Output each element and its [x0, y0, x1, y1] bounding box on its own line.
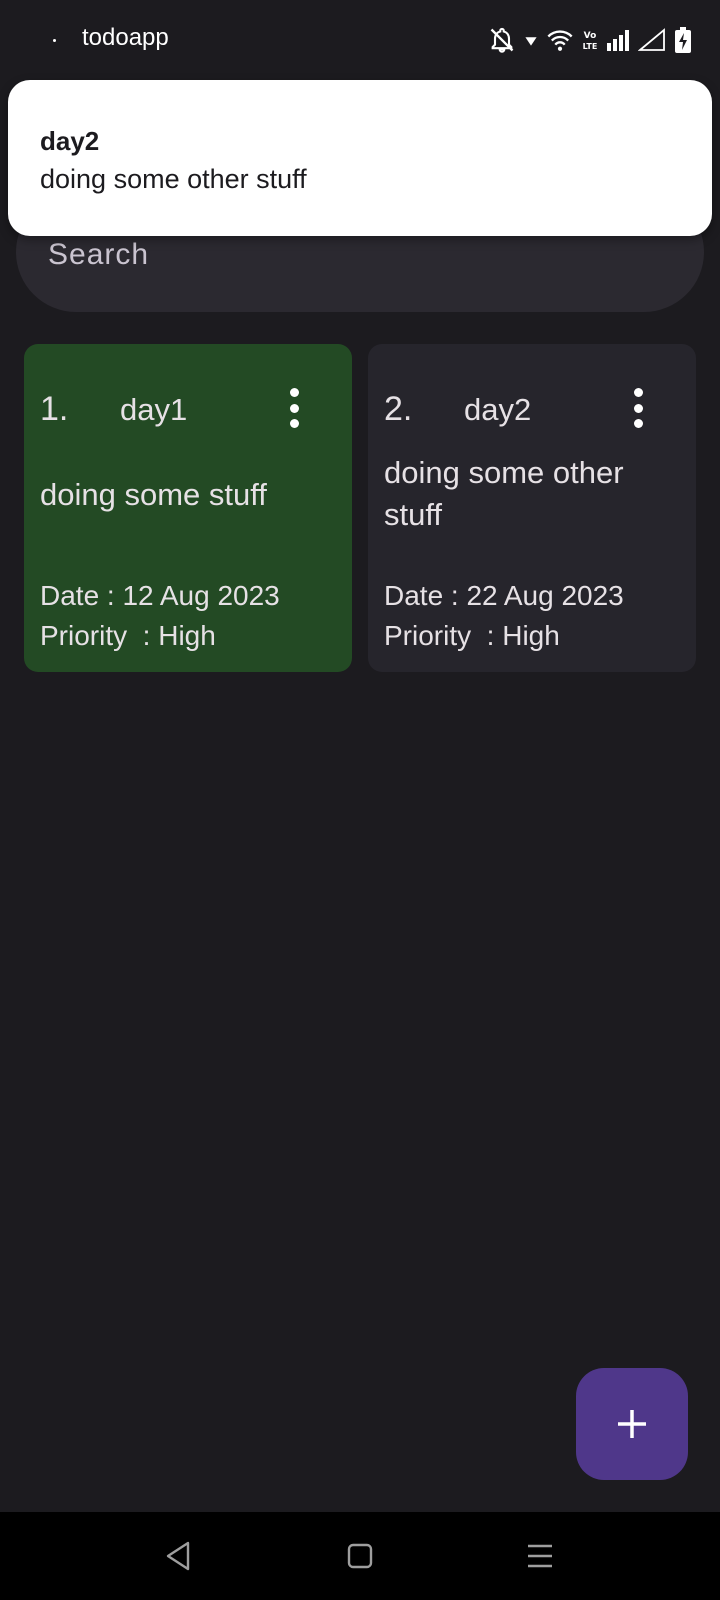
signal-icon	[606, 28, 630, 52]
todo-priority: Priority : High	[40, 620, 216, 651]
more-options-icon[interactable]	[286, 388, 302, 428]
todo-card[interactable]: 2. day2 doing some other stuff Date : 22…	[368, 344, 696, 672]
svg-text:Vo: Vo	[584, 31, 597, 41]
plus-icon	[618, 1410, 646, 1438]
recents-button[interactable]	[518, 1534, 562, 1578]
app-screen: todoapp Vo LTE Search day2 doing some ot…	[0, 0, 720, 1600]
back-icon	[166, 1541, 190, 1571]
more-options-icon[interactable]	[630, 388, 646, 428]
status-icons: Vo LTE	[488, 24, 692, 56]
status-app-name: todoapp	[82, 24, 169, 51]
navigation-bar	[0, 1512, 720, 1600]
todo-date: Date : 12 Aug 2023	[40, 580, 280, 611]
todo-priority: Priority : High	[384, 620, 560, 651]
battery-charging-icon	[674, 26, 692, 54]
heads-up-notification[interactable]: day2 doing some other stuff	[8, 80, 712, 236]
svg-text:LTE: LTE	[583, 42, 598, 51]
todo-date: Date : 22 Aug 2023	[384, 580, 624, 611]
wifi-icon	[546, 28, 574, 52]
signal-empty-icon	[638, 28, 666, 52]
todo-card[interactable]: 1. day1 doing some stuff Date : 12 Aug 2…	[24, 344, 352, 672]
todo-title: day2	[464, 392, 532, 427]
dropdown-arrow-icon	[524, 33, 538, 47]
todo-number: 2.	[384, 390, 413, 428]
search-placeholder: Search	[48, 238, 150, 271]
recents-icon	[528, 1544, 552, 1568]
home-button[interactable]	[338, 1534, 382, 1578]
back-button[interactable]	[156, 1534, 200, 1578]
home-icon	[347, 1543, 373, 1569]
volte-icon: Vo LTE	[582, 28, 598, 52]
add-todo-button[interactable]	[576, 1368, 688, 1480]
todo-description: doing some other stuff	[384, 455, 624, 532]
todo-number: 1.	[40, 390, 69, 428]
todo-title: day1	[120, 392, 188, 427]
notifications-off-icon	[488, 26, 516, 54]
status-bar: todoapp Vo LTE	[0, 0, 720, 80]
notification-dot-icon	[53, 39, 56, 42]
todo-description: doing some stuff	[40, 477, 267, 512]
notification-title: day2	[40, 126, 100, 156]
notification-body: doing some other stuff	[40, 164, 307, 194]
